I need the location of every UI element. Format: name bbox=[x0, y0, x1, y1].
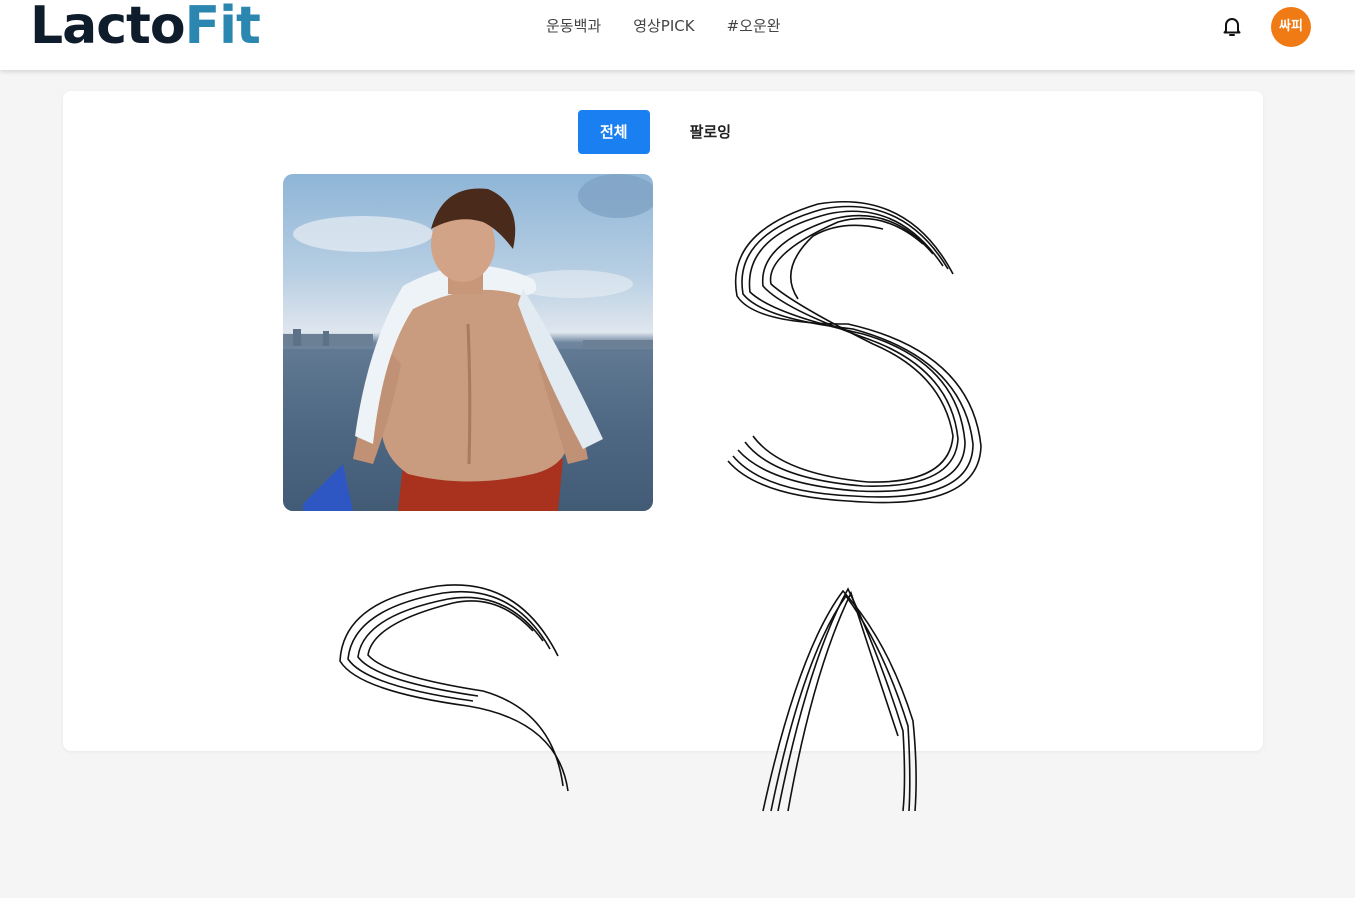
nav-link-exercise-encyclopedia[interactable]: 운동백과 bbox=[530, 14, 617, 38]
feed-tabs: 전체 팔로잉 bbox=[578, 110, 753, 154]
main-nav: 운동백과 영상PICK #오운완 bbox=[530, 14, 797, 38]
logo-text-lacto: Lacto bbox=[30, 0, 186, 56]
tab-following[interactable]: 팔로잉 bbox=[668, 110, 753, 154]
bell-icon[interactable] bbox=[1220, 14, 1244, 38]
post-sketch-s-2[interactable] bbox=[318, 561, 688, 898]
photo-illustration bbox=[283, 174, 653, 511]
sketch-drawing bbox=[762, 587, 917, 812]
nav-link-workout-complete[interactable]: #오운완 bbox=[711, 14, 797, 38]
sketch-drawing bbox=[339, 584, 569, 792]
top-header: LactoFit 운동백과 영상PICK #오운완 싸피 bbox=[0, 0, 1355, 70]
user-avatar[interactable]: 싸피 bbox=[1271, 7, 1311, 47]
lactofit-logo[interactable]: LactoFit bbox=[30, 0, 261, 58]
tab-all[interactable]: 전체 bbox=[578, 110, 650, 154]
post-sketch-s-1[interactable] bbox=[703, 174, 1073, 511]
nav-link-video-pick[interactable]: 영상PICK bbox=[617, 14, 710, 38]
post-photo-thumbnail[interactable] bbox=[283, 174, 653, 511]
post-sketch-a[interactable] bbox=[703, 561, 1073, 898]
logo-text-fit: Fit bbox=[184, 0, 261, 56]
feed-card: 전체 팔로잉 bbox=[63, 91, 1263, 812]
sketch-drawing bbox=[727, 200, 982, 504]
